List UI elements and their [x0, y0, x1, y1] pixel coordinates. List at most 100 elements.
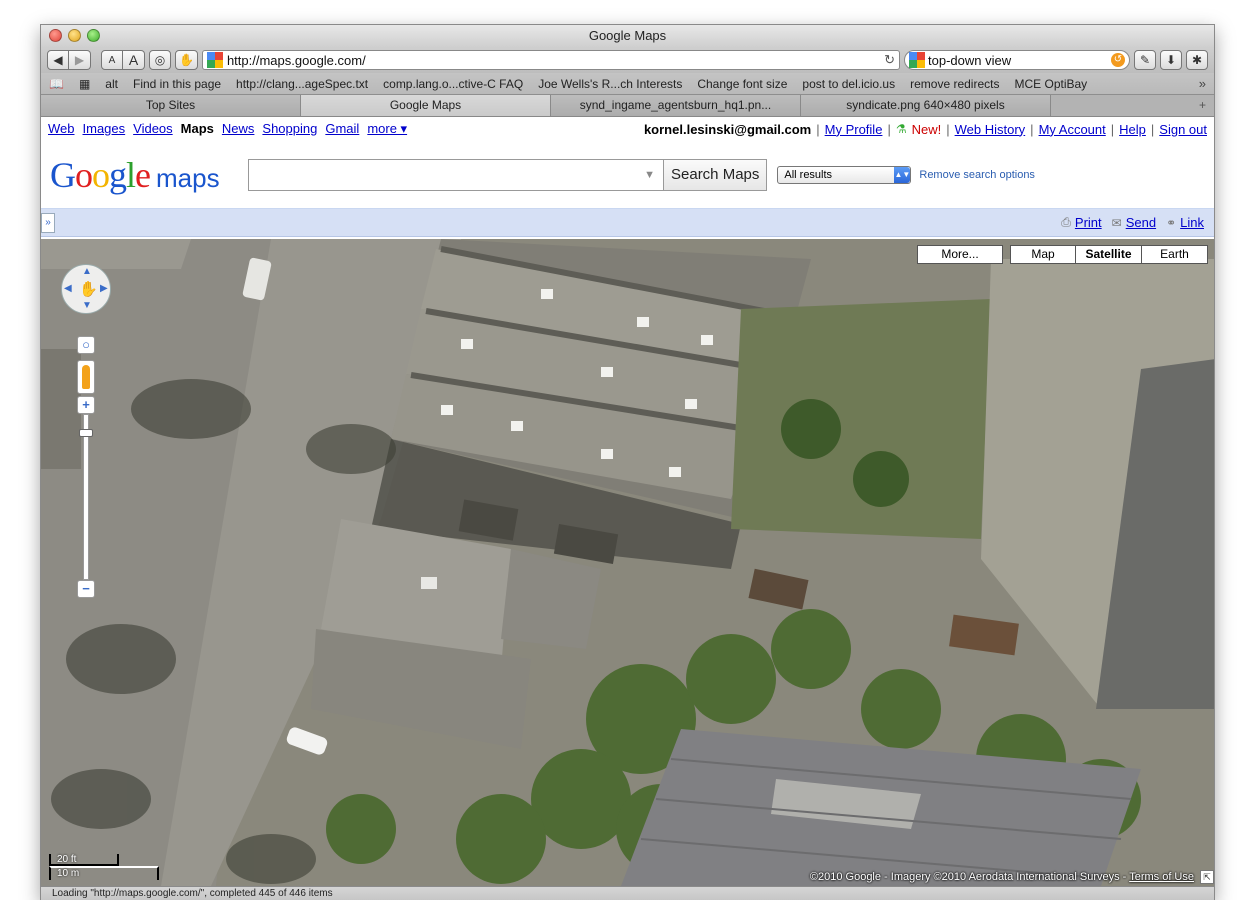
account-links: kornel.lesinski@gmail.com | My Profile |…	[644, 122, 1207, 137]
grid-icon[interactable]: ▦	[79, 77, 90, 91]
map-type-earth[interactable]: Earth	[1142, 245, 1208, 264]
my-profile-link[interactable]: My Profile	[825, 122, 883, 137]
web-history-link[interactable]: Web History	[955, 122, 1026, 137]
send-action[interactable]: ✉ Send	[1112, 215, 1156, 230]
font-size-buttons: A A	[101, 50, 145, 70]
pegman-icon	[82, 365, 90, 389]
browser-window: Google Maps ◀ ▶ A A ◎ ✋ http://maps.goog…	[40, 24, 1215, 900]
zoom-slider[interactable]	[79, 414, 93, 580]
scale-bar: 20 ft 10 m	[49, 854, 159, 882]
print-action[interactable]: ⎙ Print	[1061, 215, 1101, 230]
chain-link-icon: ⚭	[1166, 215, 1177, 230]
window-controls	[49, 29, 100, 42]
gbar-link-maps: Maps	[180, 121, 214, 136]
clear-search-icon[interactable]: ↺	[1111, 53, 1125, 67]
gbar-link-gmail[interactable]: Gmail	[325, 121, 359, 137]
bookmark-item[interactable]: MCE OptiBay	[1014, 77, 1087, 91]
search-history-dropdown-icon[interactable]: ▼	[644, 169, 655, 181]
forward-button[interactable]: ▶	[69, 50, 91, 70]
rotate-button[interactable]: ○	[77, 336, 95, 354]
book-icon[interactable]: 📖	[49, 77, 64, 91]
map-type-satellite[interactable]: Satellite	[1076, 245, 1142, 264]
overview-map-toggle[interactable]: ⇱	[1200, 870, 1214, 884]
satellite-map[interactable]: More... Map Satellite Earth ▲ ◀ ▶ ▼ ✋ ○ …	[41, 239, 1214, 886]
nav-buttons: ◀ ▶	[47, 50, 91, 70]
url-text[interactable]: http://maps.google.com/	[227, 53, 880, 68]
pan-right-icon[interactable]: ▶	[100, 283, 108, 294]
bookmark-item[interactable]: Change font size	[697, 77, 787, 91]
font-smaller-button[interactable]: A	[101, 50, 123, 70]
print-link[interactable]: Print	[1075, 215, 1102, 230]
bookmark-item[interactable]: comp.lang.o...ctive-C FAQ	[383, 77, 523, 91]
print-bar: » ⎙ Print ✉ Send ⚭ Link	[41, 209, 1214, 237]
new-badge[interactable]: New!	[912, 122, 942, 137]
autofill-icon: ◎	[154, 53, 166, 67]
downloads-button[interactable]: ⬇	[1160, 50, 1182, 70]
debug-button[interactable]: ✱	[1186, 50, 1208, 70]
labs-flask-icon: ⚗	[895, 122, 907, 136]
pan-down-icon[interactable]: ▼	[82, 300, 92, 311]
bookmark-item[interactable]: alt	[105, 77, 118, 91]
search-maps-button[interactable]: Search Maps	[663, 158, 768, 191]
adblock-button[interactable]: ✋	[175, 50, 198, 70]
pan-control[interactable]: ▲ ◀ ▶ ▼ ✋	[61, 264, 111, 314]
gbar-link-images[interactable]: Images	[83, 121, 126, 137]
bookmark-item[interactable]: Joe Wells's R...ch Interests	[538, 77, 682, 91]
bookmark-item[interactable]: post to del.icio.us	[802, 77, 895, 91]
link-link[interactable]: Link	[1180, 215, 1204, 230]
zoom-slider-thumb[interactable]	[79, 429, 93, 437]
link-action[interactable]: ⚭ Link	[1166, 215, 1204, 230]
pan-left-icon[interactable]: ◀	[64, 283, 72, 294]
gbar-link-web[interactable]: Web	[48, 121, 75, 137]
back-button[interactable]: ◀	[47, 50, 69, 70]
search-text[interactable]: top-down view	[928, 53, 1108, 68]
tab-google-maps[interactable]: Google Maps	[301, 95, 551, 116]
hand-stop-icon: ✋	[179, 53, 194, 67]
zoom-in-button[interactable]: +	[77, 396, 95, 414]
sign-out-link[interactable]: Sign out	[1159, 122, 1207, 137]
help-link[interactable]: Help	[1119, 122, 1146, 137]
font-larger-button[interactable]: A	[123, 50, 145, 70]
terms-of-use-link[interactable]: Terms of Use	[1129, 871, 1194, 883]
map-type-map[interactable]: Map	[1010, 245, 1076, 264]
results-filter-select[interactable]: All results ▲▼	[777, 165, 912, 184]
send-link[interactable]: Send	[1126, 215, 1156, 230]
status-bar: Loading "http://maps.google.com/", compl…	[41, 886, 1214, 900]
street-view-pegman[interactable]	[77, 360, 95, 394]
hand-icon: ✋	[79, 281, 98, 298]
separator: |	[1150, 121, 1155, 137]
new-tab-button[interactable]: +	[1051, 95, 1214, 116]
more-button[interactable]: More...	[917, 245, 1003, 264]
search-field[interactable]: top-down view ↺	[904, 50, 1130, 70]
gbar-link-more[interactable]: more ▾	[367, 121, 407, 137]
tab-synd-ingame[interactable]: synd_ingame_agentsburn_hq1.pn...	[551, 95, 801, 116]
close-button[interactable]	[49, 29, 62, 42]
gbar-link-shopping[interactable]: Shopping	[262, 121, 317, 137]
google-services: Web Images Videos Maps News Shopping Gma…	[48, 121, 407, 137]
bookmark-item[interactable]: Find in this page	[133, 77, 221, 91]
bookmark-item[interactable]: http://clang...ageSpec.txt	[236, 77, 368, 91]
edit-button[interactable]: ✎	[1134, 50, 1156, 70]
tab-syndicate-png[interactable]: syndicate.png 640×480 pixels	[801, 95, 1051, 116]
google-maps-logo[interactable]: Google maps	[50, 154, 248, 196]
logo-letter: l	[126, 154, 136, 195]
gbar-link-videos[interactable]: Videos	[133, 121, 173, 137]
circle-icon: ○	[82, 337, 90, 352]
maps-search-input[interactable]: ▼	[248, 158, 663, 191]
autofill-button[interactable]: ◎	[149, 50, 171, 70]
remove-search-options-link[interactable]: Remove search options	[919, 169, 1035, 181]
tab-top-sites[interactable]: Top Sites	[41, 95, 301, 116]
reload-icon[interactable]: ↻	[884, 52, 895, 68]
collapse-panel-button[interactable]: »	[41, 212, 55, 233]
gbar-link-news[interactable]: News	[222, 121, 255, 137]
bookmarks-overflow[interactable]: »	[1199, 76, 1206, 91]
pan-up-icon[interactable]: ▲	[82, 266, 92, 277]
zoom-button[interactable]	[87, 29, 100, 42]
address-bar[interactable]: http://maps.google.com/ ↻	[201, 50, 900, 70]
minimize-button[interactable]	[68, 29, 81, 42]
zoom-out-button[interactable]: −	[77, 580, 95, 598]
logo-letter: g	[109, 154, 127, 195]
my-account-link[interactable]: My Account	[1039, 122, 1106, 137]
window-title: Google Maps	[588, 28, 667, 43]
bookmark-item[interactable]: remove redirects	[910, 77, 999, 91]
